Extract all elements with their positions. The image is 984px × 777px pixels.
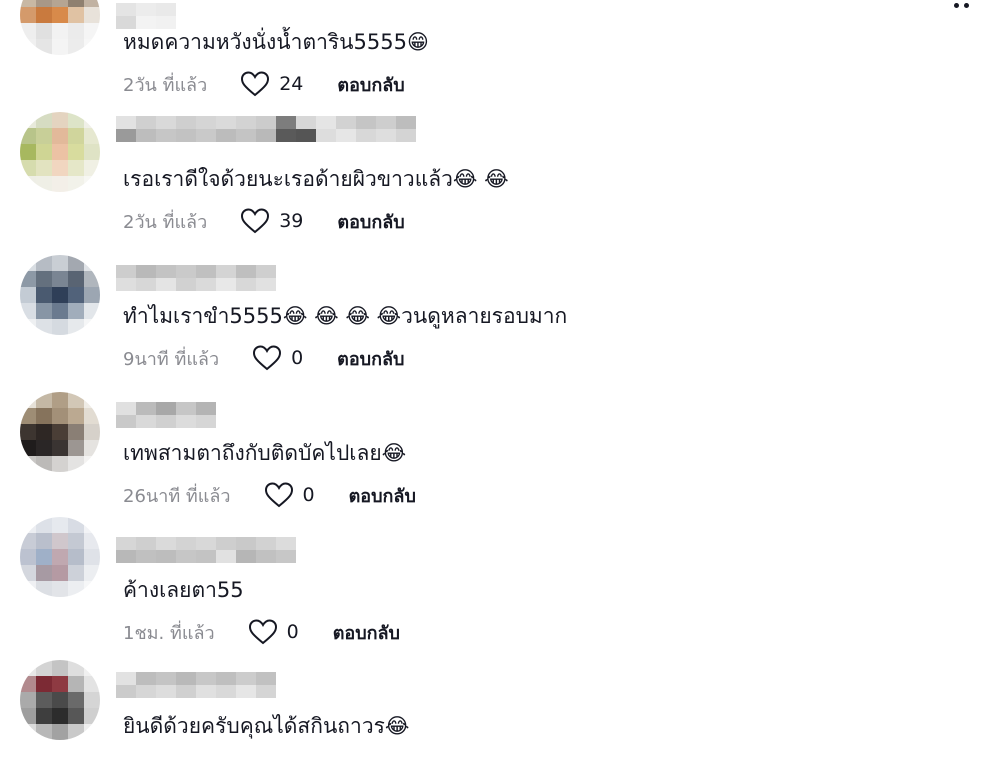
comment-item: เรอเราดีใจด้วยนะเรอด้ายผิวขาวแล้ว😂 😂 2วั…: [0, 92, 984, 234]
laughing-tears-emoji-icon: 😂 😂 😂 😂: [282, 304, 402, 328]
avatar[interactable]: [20, 0, 100, 55]
comment-text: หมดความหวังนั่งน้ำตาริน5555😁: [123, 30, 429, 54]
comment-item: ค้างเลยตา55 1ชม. ที่แล้ว 0 ตอบกลับ: [0, 503, 984, 645]
laughing-tears-emoji-icon: 😂: [381, 441, 407, 465]
avatar[interactable]: [20, 392, 100, 472]
avatar[interactable]: [20, 112, 100, 192]
grinning-emoji-icon: 😁: [406, 30, 429, 54]
comment-text: เทพสามตาถึงกับติดบัคไปเลย😂: [123, 441, 407, 465]
username-blurred[interactable]: [116, 672, 276, 698]
username-blurred[interactable]: [116, 537, 296, 563]
username-blurred[interactable]: [116, 3, 176, 29]
comment-item: หมดความหวังนั่งน้ำตาริน5555😁 2วัน ที่แล้…: [0, 0, 984, 97]
username-blurred[interactable]: [116, 116, 416, 142]
username-blurred[interactable]: [116, 265, 276, 291]
laughing-tears-emoji-icon: 😂 😂: [452, 167, 509, 191]
comment-text: ค้างเลยตา55: [123, 578, 244, 602]
comment-text: เรอเราดีใจด้วยนะเรอด้ายผิวขาวแล้ว😂 😂: [123, 167, 509, 191]
avatar[interactable]: [20, 660, 100, 740]
avatar[interactable]: [20, 255, 100, 335]
comment-item: เทพสามตาถึงกับติดบัคไปเลย😂 26นาที ที่แล้…: [0, 366, 984, 508]
comment-text: ยินดีด้วยครับคุณได้สกินถาวร😂: [123, 714, 410, 738]
username-blurred[interactable]: [116, 402, 216, 428]
comment-item: ทำไมเราขำ5555😂 😂 😂 😂วนดูหลายรอบมาก 9นาที…: [0, 229, 984, 371]
comment-item: ยินดีด้วยครับคุณได้สกินถาวร😂: [0, 640, 984, 777]
laughing-tears-emoji-icon: 😂: [384, 714, 410, 738]
avatar[interactable]: [20, 517, 100, 597]
comment-text: ทำไมเราขำ5555😂 😂 😂 😂วนดูหลายรอบมาก: [123, 304, 568, 328]
